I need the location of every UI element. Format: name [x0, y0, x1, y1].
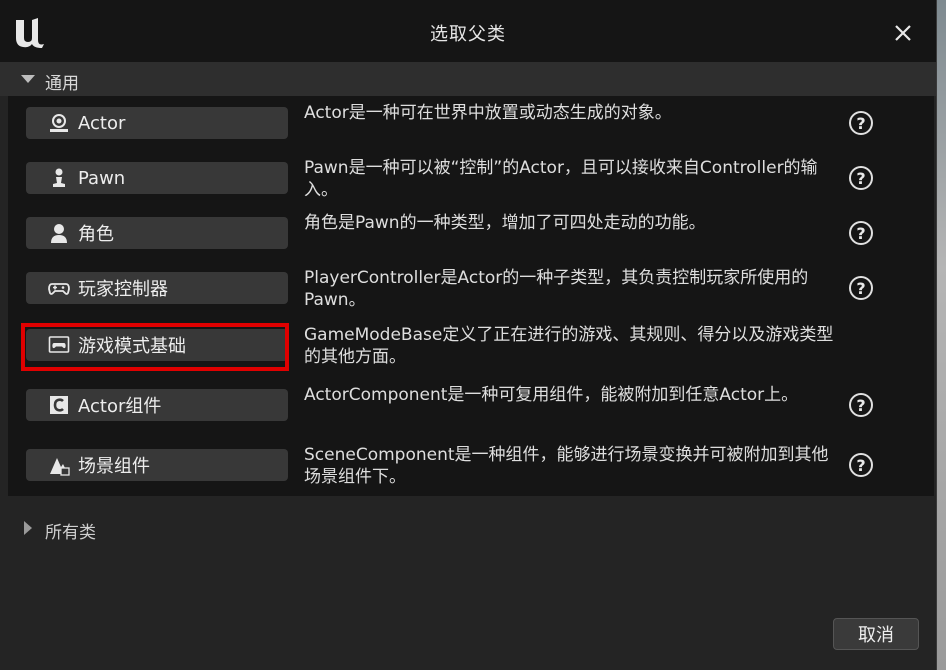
- class-description: GameModeBase定义了正在进行的游戏、其规则、得分以及游戏类型的其他方面…: [304, 325, 834, 367]
- game-mode-icon: [48, 334, 70, 356]
- close-button[interactable]: [888, 18, 918, 48]
- common-class-list: Actor Actor是一种可在世界中放置或动态生成的对象。 ? Pawn Pa…: [8, 96, 934, 496]
- class-row-character: 角色 角色是Pawn的一种类型，增加了可四处走动的功能。 ?: [8, 206, 934, 266]
- class-row-scene-component: 场景组件 SceneComponent是一种组件，能够进行场景变换并可被附加到其…: [8, 438, 934, 498]
- class-button-label: Actor组件: [78, 396, 162, 417]
- gamepad-icon: [48, 277, 70, 299]
- help-icon[interactable]: ?: [849, 221, 873, 245]
- section-common-label: 通用: [45, 74, 79, 94]
- pawn-icon: [48, 167, 70, 189]
- player-controller-class-button[interactable]: 玩家控制器: [26, 272, 288, 304]
- scene-component-icon: [48, 454, 70, 476]
- dialog-title: 选取父类: [430, 24, 506, 45]
- section-all-classes-header[interactable]: 所有类: [0, 512, 300, 546]
- pawn-class-button[interactable]: Pawn: [26, 162, 288, 194]
- class-button-label: Pawn: [78, 167, 126, 189]
- class-button-label: 游戏模式基础: [78, 336, 186, 357]
- title-bar: 选取父类: [0, 0, 936, 62]
- class-row-actor-component: Actor组件 ActorComponent是一种可复用组件，能被附加到任意Ac…: [8, 378, 934, 438]
- class-button-label: 角色: [78, 224, 114, 245]
- class-row-pawn: Pawn Pawn是一种可以被“控制”的Actor，且可以接收来自Control…: [8, 151, 934, 211]
- class-button-label: 场景组件: [78, 456, 150, 477]
- help-icon[interactable]: ?: [849, 111, 873, 135]
- actor-icon: [48, 112, 70, 134]
- actor-component-icon: [48, 394, 70, 416]
- cancel-button[interactable]: 取消: [833, 618, 919, 650]
- class-description: PlayerController是Actor的一种子类型，其负责控制玩家所使用的…: [304, 268, 809, 310]
- expand-arrow-icon: [21, 75, 35, 83]
- help-icon[interactable]: ?: [849, 276, 873, 300]
- class-description: SceneComponent是一种组件，能够进行场景变换并可被附加到其他场景组件…: [304, 445, 829, 487]
- help-icon[interactable]: ?: [849, 453, 873, 477]
- class-description: 角色是Pawn的一种类型，增加了可四处走动的功能。: [304, 213, 706, 233]
- scene-component-class-button[interactable]: 场景组件: [26, 449, 288, 481]
- class-row-player-controller: 玩家控制器 PlayerController是Actor的一种子类型，其负责控制…: [8, 261, 934, 321]
- collapse-arrow-icon: [24, 521, 32, 535]
- section-common-header[interactable]: 通用: [0, 62, 936, 96]
- class-button-label: 玩家控制器: [78, 279, 168, 300]
- class-description: Actor是一种可在世界中放置或动态生成的对象。: [304, 103, 672, 123]
- class-row-game-mode-base: 游戏模式基础 GameModeBase定义了正在进行的游戏、其规则、得分以及游戏…: [8, 318, 934, 378]
- help-icon[interactable]: ?: [849, 393, 873, 417]
- character-icon: [48, 222, 70, 244]
- class-button-label: Actor: [78, 112, 126, 134]
- section-all-classes-label: 所有类: [45, 523, 96, 543]
- pick-parent-class-dialog: 选取父类 通用 Actor Actor是一种可在世界中放置或动态生成的对象。 ?…: [0, 0, 937, 670]
- class-row-actor: Actor Actor是一种可在世界中放置或动态生成的对象。 ?: [8, 96, 934, 156]
- background-window-edge: [937, 0, 946, 670]
- help-icon[interactable]: ?: [849, 166, 873, 190]
- game-mode-base-class-button[interactable]: 游戏模式基础: [26, 329, 288, 361]
- character-class-button[interactable]: 角色: [26, 217, 288, 249]
- class-description: Pawn是一种可以被“控制”的Actor，且可以接收来自Controller的输…: [304, 158, 818, 200]
- class-description: ActorComponent是一种可复用组件，能被附加到任意Actor上。: [304, 385, 799, 405]
- actor-class-button[interactable]: Actor: [26, 107, 288, 139]
- close-icon: [895, 25, 911, 41]
- actor-component-class-button[interactable]: Actor组件: [26, 389, 288, 421]
